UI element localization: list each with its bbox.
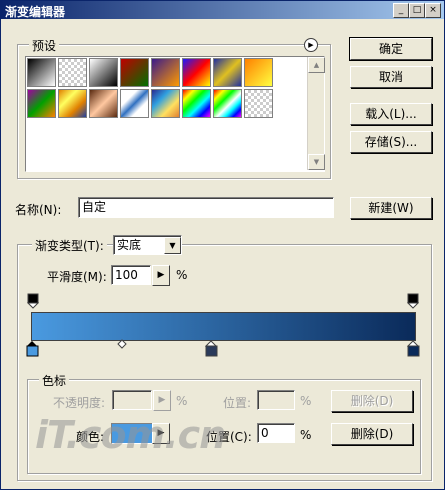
preset-swatch[interactable] bbox=[244, 58, 273, 87]
preset-swatch[interactable] bbox=[58, 89, 87, 118]
color-stop-start[interactable] bbox=[26, 340, 39, 357]
preset-swatch[interactable] bbox=[120, 58, 149, 87]
opacity-stop-end[interactable] bbox=[407, 293, 419, 309]
opacity-slider-button[interactable]: ▶ bbox=[153, 390, 171, 411]
name-input[interactable]: 自定 bbox=[78, 197, 334, 218]
preset-swatch[interactable] bbox=[182, 58, 211, 87]
midpoint-diamond[interactable] bbox=[117, 339, 127, 349]
opacity-location-input[interactable] bbox=[257, 390, 295, 410]
scroll-up-button[interactable]: ▲ bbox=[308, 57, 325, 73]
presets-label: 预设 bbox=[29, 37, 60, 54]
cancel-button[interactable]: 取消 bbox=[350, 66, 432, 88]
preset-swatch[interactable] bbox=[244, 89, 273, 118]
ok-button[interactable]: 确定 bbox=[349, 37, 433, 61]
scroll-down-button[interactable]: ▼ bbox=[308, 154, 325, 170]
color-stop-end[interactable] bbox=[407, 340, 420, 357]
preset-swatch[interactable] bbox=[27, 89, 56, 118]
gradient-editor-window: 渐变编辑器 _ □ × 预设 ▶ ▲ ▼ 确定 取消 载入(L)... 存储(S… bbox=[0, 0, 445, 490]
smoothness-slider-button[interactable]: ▶ bbox=[152, 265, 170, 286]
preset-swatch[interactable] bbox=[27, 58, 56, 87]
opacity-unit: % bbox=[176, 394, 188, 408]
title-bar: 渐变编辑器 _ □ × bbox=[1, 1, 444, 19]
new-button[interactable]: 新建(W) bbox=[350, 197, 432, 219]
gradient-type-label: 渐变类型(T): bbox=[32, 237, 107, 254]
gradient-type-value: 实底 bbox=[117, 238, 142, 252]
preset-swatch[interactable] bbox=[58, 58, 87, 87]
preset-swatch[interactable] bbox=[89, 58, 118, 87]
color-location-unit: % bbox=[300, 428, 312, 442]
minimize-button[interactable]: _ bbox=[393, 3, 409, 18]
chevron-down-icon[interactable]: ▼ bbox=[164, 237, 181, 254]
opacity-label: 不透明度: bbox=[53, 396, 106, 410]
presets-scrollbar[interactable]: ▲ ▼ bbox=[307, 57, 325, 170]
gradient-type-select[interactable]: 实底 ▼ bbox=[113, 235, 182, 255]
smoothness-label: 平滑度(M): bbox=[47, 270, 107, 284]
preset-swatch[interactable] bbox=[151, 58, 180, 87]
opacity-location-unit: % bbox=[300, 394, 312, 408]
preset-swatch[interactable] bbox=[151, 89, 180, 118]
stops-group-label: 色标 bbox=[39, 372, 70, 389]
color-location-input[interactable]: 0 bbox=[257, 423, 295, 443]
preset-swatch[interactable] bbox=[89, 89, 118, 118]
delete-color-stop-button[interactable]: 删除(D) bbox=[331, 423, 413, 445]
color-stop-middle[interactable] bbox=[205, 340, 218, 357]
opacity-stop-start[interactable] bbox=[27, 293, 39, 309]
presets-panel: ▲ ▼ bbox=[25, 56, 325, 172]
smoothness-unit: % bbox=[176, 268, 188, 282]
window-title: 渐变编辑器 bbox=[5, 5, 66, 19]
color-swatch[interactable] bbox=[111, 423, 153, 444]
smoothness-input[interactable]: 100 bbox=[111, 265, 151, 285]
opacity-input[interactable] bbox=[112, 390, 152, 410]
preset-swatch[interactable] bbox=[213, 58, 242, 87]
name-label: 名称(N): bbox=[15, 203, 62, 217]
load-button[interactable]: 载入(L)... bbox=[350, 103, 432, 125]
color-menu-button[interactable]: ▶ bbox=[152, 423, 170, 444]
presets-menu-button[interactable]: ▶ bbox=[304, 38, 318, 52]
gradient-bar[interactable] bbox=[31, 312, 416, 341]
preset-swatch[interactable] bbox=[182, 89, 211, 118]
close-button[interactable]: × bbox=[425, 3, 441, 18]
color-location-label: 位置(C): bbox=[206, 430, 252, 444]
color-label: 颜色: bbox=[76, 430, 105, 444]
save-button[interactable]: 存储(S)... bbox=[350, 131, 432, 153]
delete-opacity-stop-button[interactable]: 删除(D) bbox=[331, 390, 413, 412]
preset-swatch[interactable] bbox=[120, 89, 149, 118]
preset-swatch[interactable] bbox=[213, 89, 242, 118]
opacity-location-label: 位置: bbox=[223, 396, 252, 410]
maximize-button[interactable]: □ bbox=[409, 3, 425, 18]
